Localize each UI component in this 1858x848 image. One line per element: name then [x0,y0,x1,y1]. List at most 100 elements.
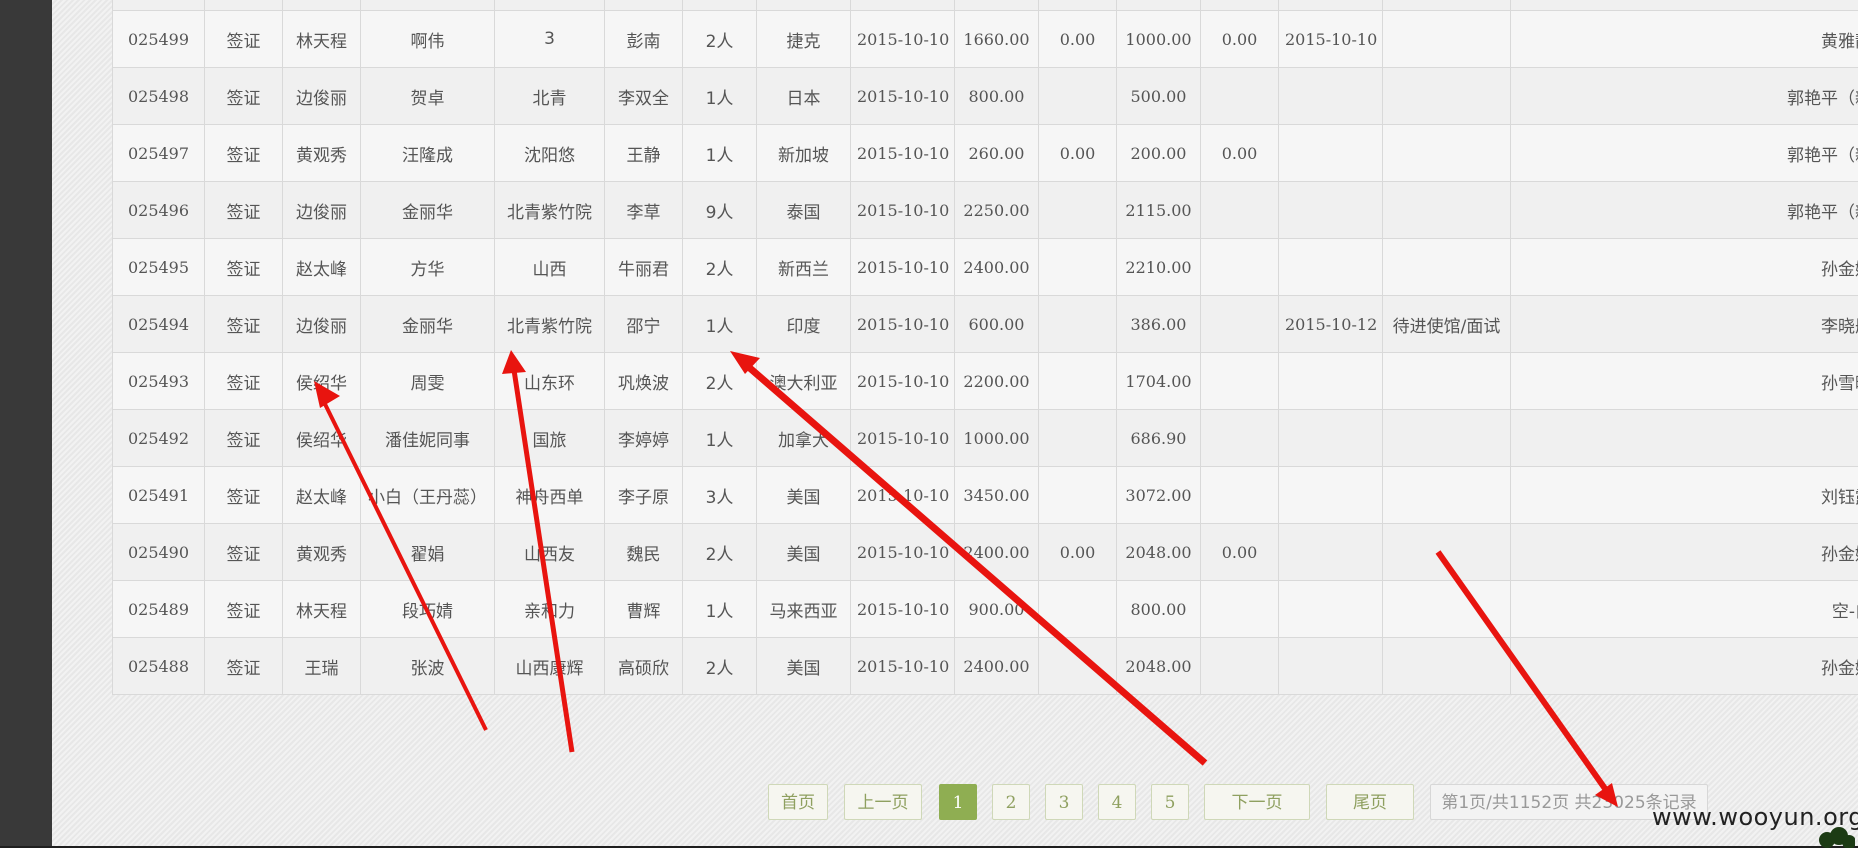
table-cell: 0.00 [1039,125,1117,182]
table-row[interactable]: 025489签证林天程段巧婧亲和力曹辉1人马来西亚2015-10-10900.0… [113,581,1858,638]
page-4-button[interactable]: 4 [1098,784,1136,820]
page-3-button[interactable]: 3 [1045,784,1083,820]
table-cell [1279,638,1383,695]
table-cell [1201,410,1279,467]
table-cell: 1人 [683,68,757,125]
table-row[interactable]: 025495签证赵太峰方华山西牛丽君2人新西兰2015-10-102400.00… [113,239,1858,296]
table-row[interactable]: 025500签证赵太峰李鹏北京众李相根2人马来西亚2015-10-102000.… [113,0,1858,11]
table-cell: 2015-10-10 [851,638,955,695]
table-cell: 签证 [205,125,283,182]
table-cell: 签证 [205,296,283,353]
table-row[interactable]: 025492签证侯绍华潘佳妮同事国旅李婷婷1人加拿大2015-10-101000… [113,410,1858,467]
table-cell: 2400.00 [955,638,1039,695]
table-cell: 2048.00 [1117,638,1201,695]
table-cell: 签证 [205,68,283,125]
table-cell: 加拿大 [757,410,851,467]
table-cell: 1000.00 [955,410,1039,467]
table-cell: 日本 [757,68,851,125]
table-row[interactable]: 025498签证边俊丽贺卓北青李双全1人日本2015-10-10800.0050… [113,68,1858,125]
first-page-button[interactable]: 首页 [768,784,828,820]
table-cell: 贺卓 [361,68,495,125]
table-cell: 翟娟 [361,524,495,581]
prev-page-button[interactable]: 上一页 [844,784,922,820]
table-cell: 600.00 [955,296,1039,353]
table-cell [1279,68,1383,125]
table-cell [1201,467,1279,524]
table-cell: 0.00 [1201,125,1279,182]
page-2-button[interactable]: 2 [992,784,1030,820]
table-cell: 李子原 [605,467,683,524]
table-cell: 泰国 [757,182,851,239]
table-cell: 捷克 [757,11,851,68]
table-cell [1279,410,1383,467]
table-cell: 美国 [757,524,851,581]
table-cell: 2015-10-10 [851,11,955,68]
table-cell [1279,0,1383,11]
table-cell: 800.00 [1117,581,1201,638]
table-cell: 刘钰露 [1511,467,1858,524]
table-cell: 魏民 [605,524,683,581]
table-cell: 赵太峰 [283,239,361,296]
table-row[interactable]: 025497签证黄观秀汪隆成沈阳悠王静1人新加坡2015-10-10260.00… [113,125,1858,182]
table-cell [1511,410,1858,467]
table-cell [1279,353,1383,410]
table-cell: 金丽华 [361,182,495,239]
table-cell: 李双全 [605,68,683,125]
table-cell: 2015-10-12 [1279,296,1383,353]
table-cell: 待进使馆/面试 [1383,296,1511,353]
table-row[interactable]: 025496签证边俊丽金丽华北青紫竹院李草9人泰国2015-10-102250.… [113,182,1858,239]
table-cell: 2015-10-10 [851,239,955,296]
table-cell: 2人 [683,239,757,296]
table-row[interactable]: 025490签证黄观秀翟娟山西友魏民2人美国2015-10-102400.000… [113,524,1858,581]
table-cell: 孙金媛 [1511,638,1858,695]
table-cell: 2人 [683,11,757,68]
table-row[interactable]: 025499签证林天程啊伟3彭南2人捷克2015-10-101660.000.0… [113,11,1858,68]
table-cell: 2015-10-10 [851,68,955,125]
table-cell: 美国 [757,638,851,695]
table-cell: 2400.00 [955,239,1039,296]
table-row[interactable]: 025488签证王瑞张波山西康辉高硕欣2人美国2015-10-102400.00… [113,638,1858,695]
table-cell: 郭艳平（新 [1511,182,1858,239]
table-cell: 林天程 [283,11,361,68]
table-cell [1279,467,1383,524]
table-cell: 025492 [113,410,205,467]
last-page-button[interactable]: 尾页 [1326,784,1414,820]
table-cell [1039,581,1117,638]
main-content: 025500签证赵太峰李鹏北京众李相根2人马来西亚2015-10-102000.… [52,0,1858,846]
table-cell: 025496 [113,182,205,239]
table-cell [1383,353,1511,410]
table-cell: 1人 [683,125,757,182]
table-cell: 2人 [683,353,757,410]
table-cell: 李鹏 [361,0,495,11]
table-cell: 张波 [361,638,495,695]
table-cell [1383,125,1511,182]
table-cell: 2015-10-10 [851,581,955,638]
table-cell: 边俊丽 [283,182,361,239]
table-cell [1201,0,1279,11]
page-1-button[interactable]: 1 [939,784,977,820]
table-cell: 神舟西单 [495,467,605,524]
orders-table-wrap: 025500签证赵太峰李鹏北京众李相根2人马来西亚2015-10-102000.… [112,0,1858,725]
table-cell: 1700.00 [1117,0,1201,11]
table-cell: 赵太峰 [283,0,361,11]
table-row[interactable]: 025493签证侯绍华周雯山东环巩焕波2人澳大利亚2015-10-102200.… [113,353,1858,410]
table-cell: 2人 [683,638,757,695]
table-cell: 260.00 [955,125,1039,182]
table-row[interactable]: 025491签证赵太峰小白（王丹蕊）神舟西单李子原3人美国2015-10-103… [113,467,1858,524]
table-cell [1201,638,1279,695]
table-cell: 新加坡 [757,125,851,182]
page-5-button[interactable]: 5 [1151,784,1189,820]
table-cell: 025490 [113,524,205,581]
table-cell: 1人 [683,581,757,638]
table-row[interactable]: 025494签证边俊丽金丽华北青紫竹院邵宁1人印度2015-10-10600.0… [113,296,1858,353]
table-cell: 山西康辉 [495,638,605,695]
table-cell: 郭艳平（新 [1511,125,1858,182]
table-cell: 北青紫竹院 [495,182,605,239]
next-page-button[interactable]: 下一页 [1204,784,1310,820]
table-cell: 0.00 [1201,11,1279,68]
table-cell [1039,467,1117,524]
table-cell: 2015-10-10 [1279,11,1383,68]
table-cell: 0.00 [1039,524,1117,581]
table-cell [1279,125,1383,182]
table-cell [1201,581,1279,638]
